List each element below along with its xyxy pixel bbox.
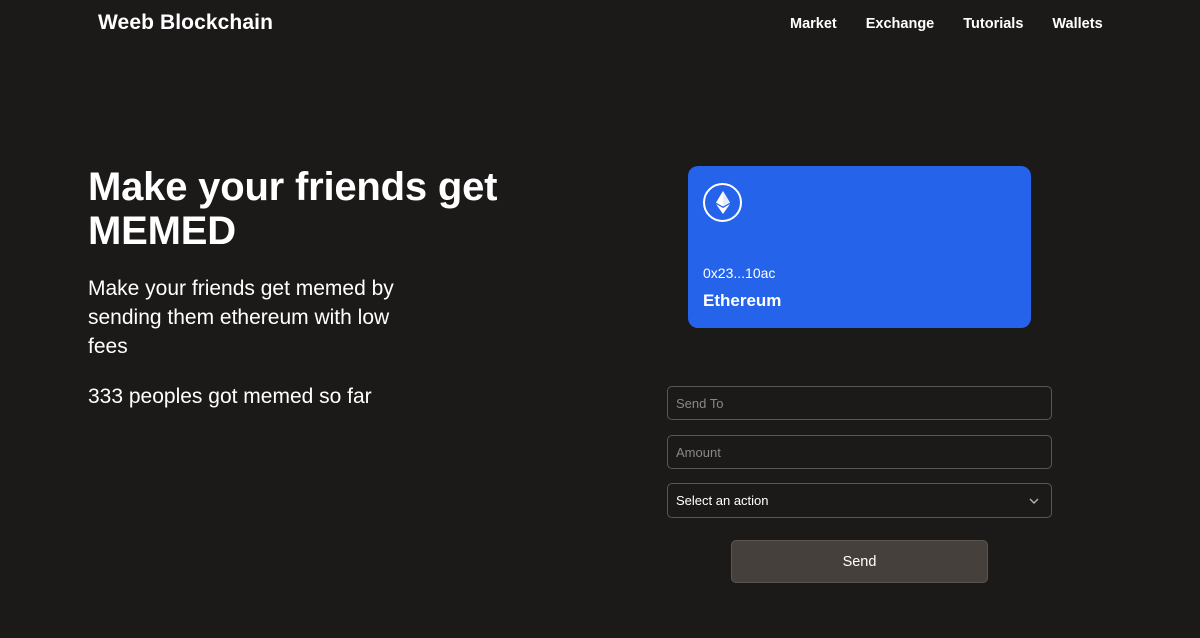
ethereum-icon-glyph <box>715 191 730 214</box>
ethereum-icon <box>703 183 742 222</box>
nav-link-wallets[interactable]: Wallets <box>1052 16 1102 32</box>
chevron-down-icon <box>1029 498 1039 504</box>
memed-count-text: 333 peoples got memed so far <box>88 385 372 408</box>
action-select[interactable]: Select an action <box>667 483 1052 518</box>
send-button[interactable]: Send <box>731 540 988 583</box>
wallet-address: 0x23...10ac <box>703 265 776 281</box>
hero-title: Make your friends get MEMED <box>88 165 498 253</box>
action-select-value: Select an action <box>676 493 769 508</box>
hero-section: Make your friends get MEMED Make your fr… <box>88 165 548 411</box>
amount-input[interactable] <box>667 435 1052 469</box>
nav-links: Market Exchange Tutorials Wallets <box>790 16 1103 32</box>
network-name: Ethereum <box>703 291 782 310</box>
navbar: Weeb Blockchain Market Exchange Tutorial… <box>0 0 1200 50</box>
nav-link-market[interactable]: Market <box>790 16 837 32</box>
nav-link-exchange[interactable]: Exchange <box>866 16 935 32</box>
nav-link-tutorials[interactable]: Tutorials <box>963 16 1023 32</box>
ethereum-card: 0x23...10ac Ethereum <box>688 166 1031 328</box>
hero-subtitle: Make your friends get memed by sending t… <box>88 277 394 358</box>
brand-logo[interactable]: Weeb Blockchain <box>98 11 273 35</box>
send-to-input[interactable] <box>667 386 1052 420</box>
